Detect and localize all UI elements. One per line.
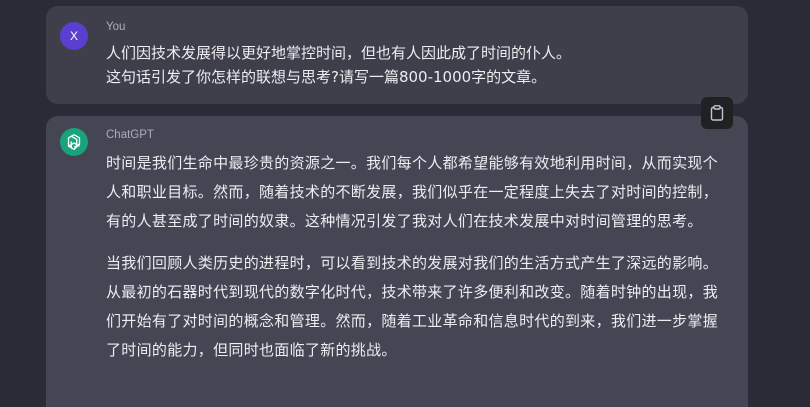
copy-button[interactable] [701, 97, 733, 129]
clipboard-icon [710, 105, 724, 121]
chat-page: X You 人们因技术发展得以更好地掌控时间，但也有人因此成了时间的仆人。 这句… [0, 0, 810, 407]
assistant-message: ChatGPT 时间是我们生命中最珍贵的资源之一。我们每个人都希望能够有效地利用… [46, 116, 748, 407]
user-message-text: 人们因技术发展得以更好地掌控时间，但也有人因此成了时间的仆人。 这句话引发了你怎… [106, 41, 728, 89]
user-message: X You 人们因技术发展得以更好地掌控时间，但也有人因此成了时间的仆人。 这句… [46, 6, 748, 104]
openai-logo-icon [67, 134, 81, 150]
assistant-message-text: 时间是我们生命中最珍贵的资源之一。我们每个人都希望能够有效地利用时间，从而实现个… [106, 149, 728, 378]
assistant-sender-name: ChatGPT [106, 129, 154, 141]
assistant-avatar [60, 128, 88, 156]
user-message-line: 人们因技术发展得以更好地掌控时间，但也有人因此成了时间的仆人。 [106, 44, 572, 62]
user-message-line: 这句话引发了你怎样的联想与思考?请写一篇800-1000字的文章。 [106, 68, 547, 86]
assistant-paragraph: 时间是我们生命中最珍贵的资源之一。我们每个人都希望能够有效地利用时间，从而实现个… [106, 154, 719, 230]
assistant-paragraph: 当我们回顾人类历史的进程时，可以看到技术的发展对我们的生活方式产生了深远的影响。… [106, 254, 719, 359]
user-avatar: X [60, 22, 88, 50]
user-sender-name: You [106, 21, 126, 33]
